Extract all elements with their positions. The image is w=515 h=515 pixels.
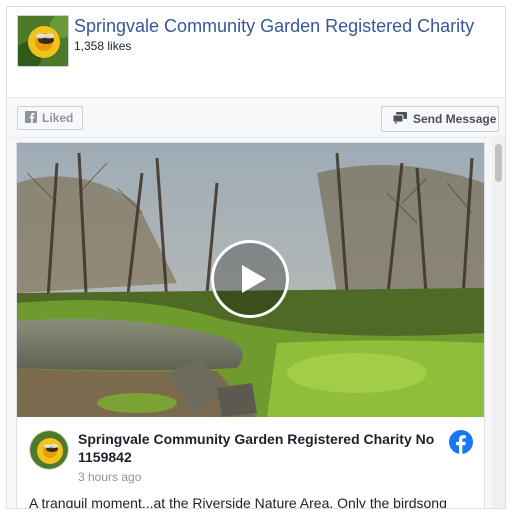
page-header: Springvale Community Garden Registered C… [7,7,505,97]
facebook-page-widget: Springvale Community Garden Registered C… [6,6,506,509]
feed-scrollbar[interactable] [492,138,505,508]
post-timestamp[interactable]: 3 hours ago [78,470,141,484]
send-message-button[interactable]: Send Message [381,106,499,132]
scrollbar-thumb[interactable] [495,144,502,182]
post-author-name[interactable]: Springvale Community Garden Registered C… [78,430,438,466]
post-card: Springvale Community Garden Registered C… [16,142,485,509]
page-name-link[interactable]: Springvale Community Garden Registered C… [74,15,494,37]
timeline-feed[interactable]: Springvale Community Garden Registered C… [7,138,505,508]
facebook-logo-icon[interactable] [449,430,473,454]
liked-button[interactable]: Liked [17,106,83,130]
liked-label: Liked [42,111,74,125]
page-likes-count: 1,358 likes [74,39,132,53]
play-button[interactable] [211,240,289,318]
post-author-avatar[interactable] [29,430,69,470]
send-message-label: Send Message [413,112,497,126]
post-message: A tranquil moment...at the Riverside Nat… [29,495,447,509]
facebook-f-icon [25,110,37,126]
video-player[interactable] [17,143,484,417]
action-bar: Liked Send Message [7,97,505,138]
page-avatar[interactable] [17,15,69,67]
play-icon [242,265,266,293]
message-icon [392,111,407,127]
